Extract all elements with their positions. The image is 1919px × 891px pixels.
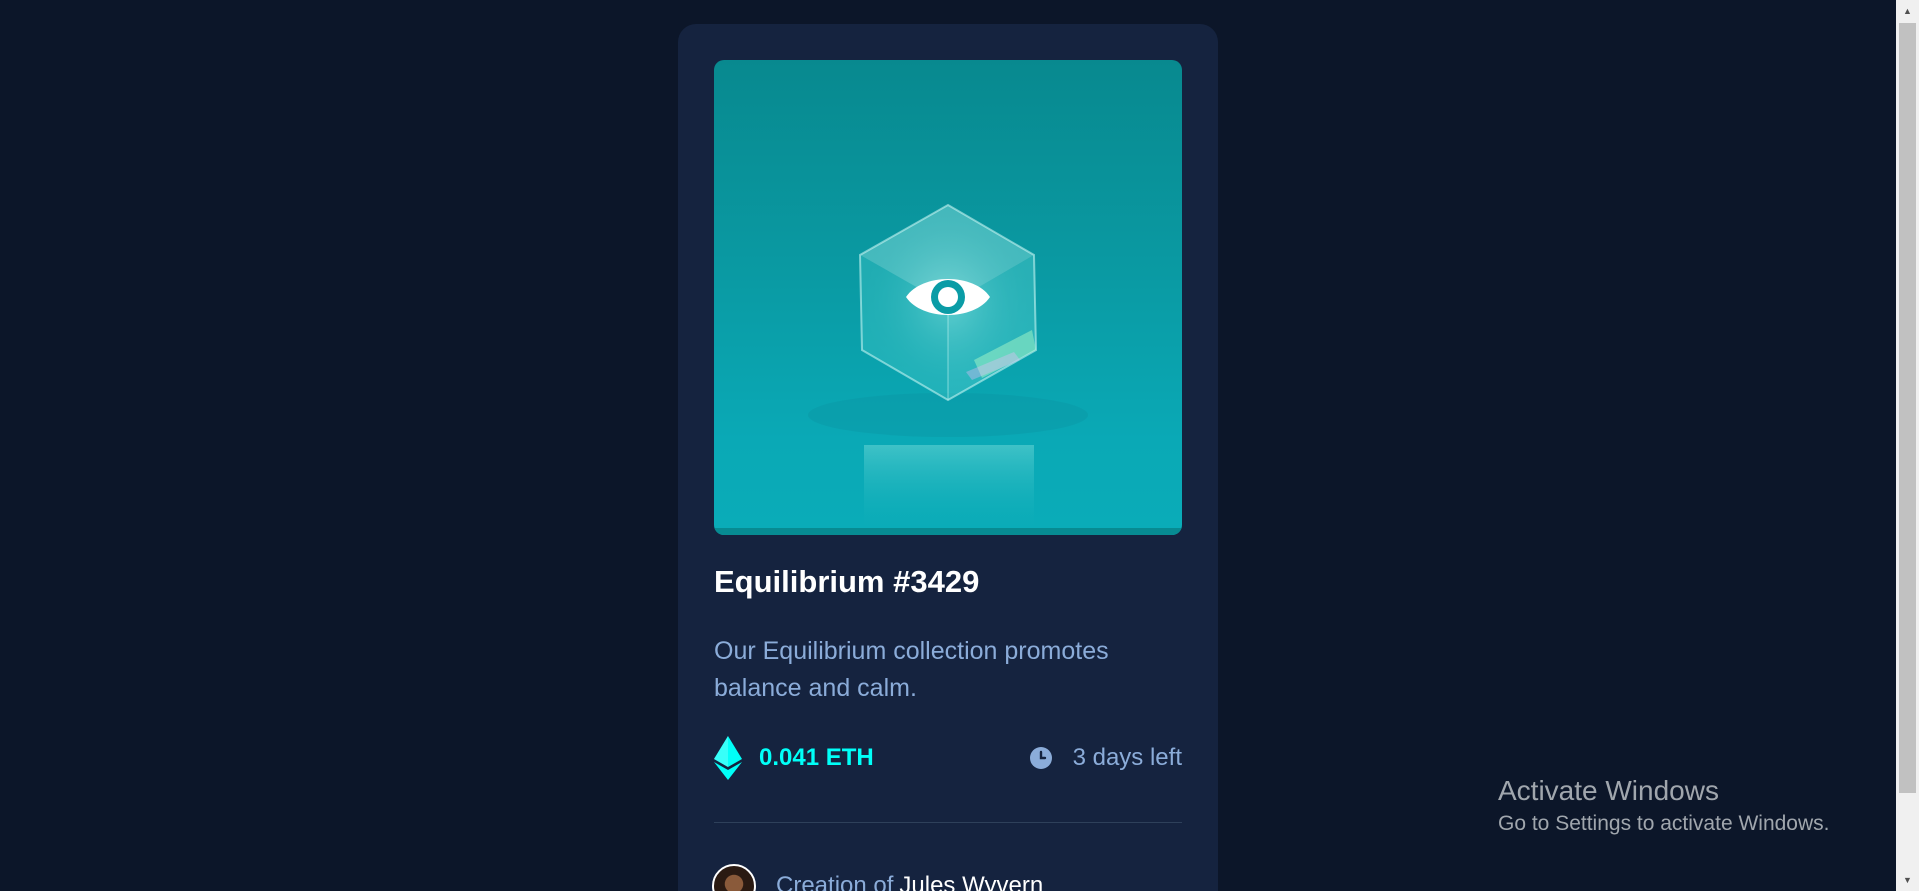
nft-card: Equilibrium #3429 Our Equilibrium collec…	[678, 24, 1218, 891]
vertical-scrollbar[interactable]: ▲ ▼	[1896, 0, 1919, 891]
creator-text: Creation of Jules Wyvern	[776, 872, 1043, 891]
image-bottom-edge	[714, 528, 1182, 535]
divider	[714, 822, 1182, 823]
creator-row: Creation of Jules Wyvern	[712, 864, 1043, 891]
price-row: 0.041 ETH	[714, 736, 874, 780]
price-value: 0.041 ETH	[759, 744, 874, 771]
watermark-title: Activate Windows	[1498, 775, 1719, 806]
nft-image[interactable]	[714, 60, 1182, 535]
scroll-down-arrow-icon[interactable]: ▼	[1896, 869, 1919, 891]
scroll-up-arrow-icon[interactable]: ▲	[1896, 0, 1919, 22]
eye-icon	[906, 279, 990, 315]
creator-prefix: Creation of	[776, 872, 894, 891]
time-left: 3 days left	[1072, 744, 1182, 771]
watermark-subtitle: Go to Settings to activate Windows.	[1498, 812, 1830, 835]
scroll-thumb[interactable]	[1899, 23, 1916, 793]
creator-name-link[interactable]: Jules Wyvern	[899, 872, 1043, 891]
ethereum-icon	[714, 736, 742, 780]
clock-icon	[1029, 747, 1052, 769]
nft-title[interactable]: Equilibrium #3429	[714, 564, 979, 600]
page: Equilibrium #3429 Our Equilibrium collec…	[0, 0, 1919, 891]
nft-description: Our Equilibrium collection promotes bala…	[714, 637, 1109, 702]
time-row: 3 days left	[1029, 736, 1182, 780]
avatar	[712, 864, 756, 891]
activate-windows-watermark: Activate Windows Go to Settings to activ…	[1498, 773, 1830, 839]
